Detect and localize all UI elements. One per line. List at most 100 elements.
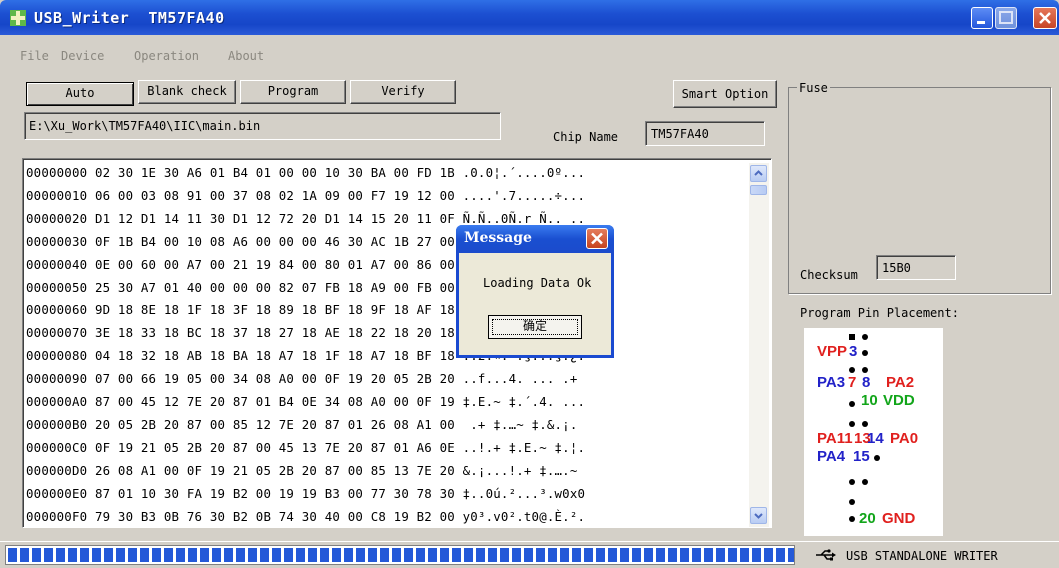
progress-block: [224, 548, 233, 562]
pin-20-number: 20: [859, 510, 876, 527]
smart-option-button[interactable]: Smart Option: [673, 80, 777, 108]
pin-3-number: 3: [849, 343, 858, 360]
auto-button[interactable]: Auto: [26, 82, 134, 106]
progress-block: [32, 548, 41, 562]
progress-block: [140, 548, 149, 562]
pin-dot: [862, 367, 868, 373]
minimize-icon: [977, 21, 985, 24]
progress-block: [752, 548, 761, 562]
pin-gnd-label: GND: [882, 510, 916, 527]
scroll-thumb[interactable]: [750, 185, 767, 195]
progress-block: [116, 548, 125, 562]
progress-block: [488, 548, 497, 562]
progress-block: [788, 548, 794, 562]
hex-line: 00000010 06 00 03 08 91 00 37 08 02 1A 0…: [26, 187, 586, 203]
dialog-title-bar[interactable]: Message: [456, 225, 614, 253]
progress-block: [128, 548, 137, 562]
progress-block: [272, 548, 281, 562]
progress-block: [692, 548, 701, 562]
chip-name-field[interactable]: TM57FA40: [645, 121, 765, 146]
progress-block: [740, 548, 749, 562]
progress-block: [164, 548, 173, 562]
hex-line: 000000A0 87 00 45 12 7E 20 87 01 B4 0E 3…: [26, 394, 586, 409]
progress-block: [320, 548, 329, 562]
progress-block: [212, 548, 221, 562]
progress-block: [308, 548, 317, 562]
title-bar[interactable]: USB_Writer TM57FA40: [0, 0, 1059, 35]
progress-block: [296, 548, 305, 562]
progress-block: [512, 548, 521, 562]
verify-button[interactable]: Verify: [350, 80, 456, 104]
pin-dot: [862, 479, 868, 485]
progress-block: [428, 548, 437, 562]
pin-pa11-label: PA11: [817, 430, 853, 447]
pin-1-marker: [849, 334, 855, 340]
hex-line: 00000000 02 30 1E 30 A6 01 B4 01 00 00 1…: [26, 165, 586, 180]
pin-dot: [849, 516, 855, 522]
pin-dot: [874, 455, 880, 461]
checksum-value: 15B0: [882, 261, 911, 275]
progress-bar: [5, 545, 795, 565]
hex-view[interactable]: 00000000 02 30 1E 30 A6 01 B4 01 00 00 1…: [22, 158, 772, 528]
hex-scrollbar[interactable]: [749, 163, 769, 527]
pin-pa4-label: PA4: [817, 448, 846, 465]
progress-block: [8, 548, 17, 562]
menu-file[interactable]: File: [20, 49, 49, 63]
usb-icon: [816, 549, 836, 561]
hex-line: 00000020 D1 12 D1 14 11 30 D1 12 72 20 D…: [26, 210, 586, 226]
blank-check-button[interactable]: Blank check: [138, 80, 236, 104]
progress-block: [80, 548, 89, 562]
progress-block: [608, 548, 617, 562]
progress-block: [68, 548, 77, 562]
progress-block: [20, 548, 29, 562]
minimize-button[interactable]: [971, 7, 993, 29]
chevron-down-icon: [754, 513, 763, 519]
message-dialog: Message Loading Data Ok 确定: [456, 225, 614, 358]
checksum-label: Checksum: [800, 268, 858, 282]
scroll-up-button[interactable]: [750, 165, 767, 182]
progress-block: [248, 548, 257, 562]
app-plus-icon: [10, 10, 26, 26]
progress-block: [392, 548, 401, 562]
window-title: USB_Writer TM57FA40: [34, 9, 225, 27]
progress-block: [452, 548, 461, 562]
menu-device[interactable]: Device: [61, 49, 104, 63]
progress-block: [44, 548, 53, 562]
progress-block: [188, 548, 197, 562]
dialog-ok-label: 确定: [522, 319, 547, 333]
pin-pa2-label: PA2: [886, 374, 915, 391]
progress-block: [92, 548, 101, 562]
progress-block: [524, 548, 533, 562]
progress-block: [728, 548, 737, 562]
chip-name-label: Chip Name: [553, 130, 619, 144]
file-path-field[interactable]: E:\Xu_Work\TM57FA40\IIC\main.bin: [24, 112, 501, 140]
progress-block: [440, 548, 449, 562]
fuse-label: Fuse: [797, 81, 830, 95]
pin-placement-label: Program Pin Placement:: [800, 306, 959, 320]
scroll-down-button[interactable]: [750, 507, 767, 524]
pin-dot: [849, 499, 855, 505]
progress-block: [560, 548, 569, 562]
progress-block: [356, 548, 365, 562]
pin-dot: [849, 479, 855, 485]
pin-15-number: 15: [853, 448, 870, 465]
menu-operation[interactable]: Operation: [134, 49, 199, 63]
program-button[interactable]: Program: [240, 80, 346, 104]
progress-block: [764, 548, 773, 562]
dialog-close-button[interactable]: [586, 228, 608, 249]
maximize-button[interactable]: [995, 7, 1017, 29]
pin-dot: [849, 401, 855, 407]
pin-dot: [862, 334, 868, 340]
progress-block: [236, 548, 245, 562]
menu-about[interactable]: About: [228, 49, 264, 63]
progress-block: [56, 548, 65, 562]
progress-block: [572, 548, 581, 562]
progress-block: [584, 548, 593, 562]
dialog-ok-button[interactable]: 确定: [488, 315, 582, 339]
status-text: USB STANDALONE WRITER: [846, 549, 998, 563]
progress-block: [632, 548, 641, 562]
hex-line: 000000D0 26 08 A1 00 0F 19 21 05 2B 20 8…: [26, 462, 586, 478]
progress-block: [596, 548, 605, 562]
main-window: USB_Writer TM57FA40 File Device Operatio…: [0, 0, 1059, 568]
close-button[interactable]: [1033, 7, 1057, 29]
